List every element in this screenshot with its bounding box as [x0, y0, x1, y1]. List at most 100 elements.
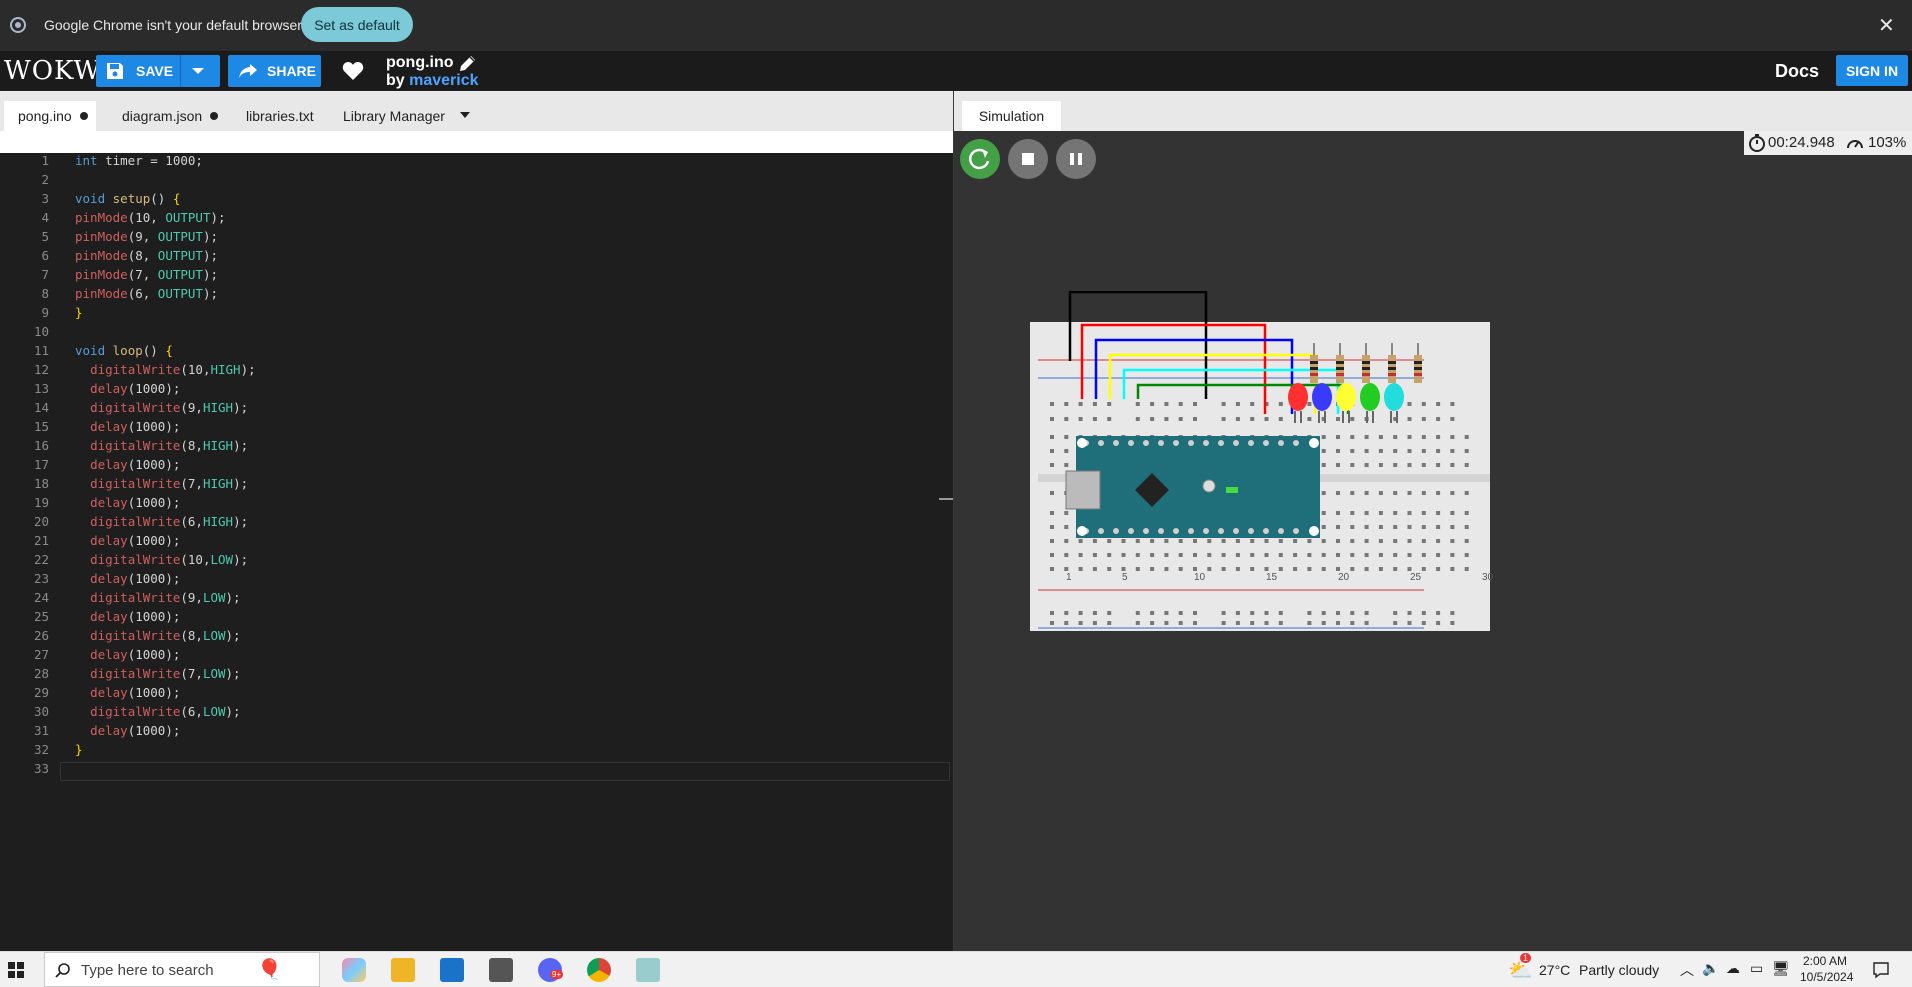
hole: [1164, 553, 1169, 557]
share-icon: [239, 64, 257, 78]
line-number: 15: [33, 419, 49, 434]
weather-text[interactable]: Partly cloudy: [1579, 962, 1659, 978]
tab-pong-ino[interactable]: pong.ino: [4, 101, 96, 131]
code-line: 4 pinMode(10, OUTPUT);: [0, 210, 953, 229]
chevron-down-icon[interactable]: [192, 68, 204, 74]
chevron-down-icon[interactable]: [460, 112, 470, 118]
author-link[interactable]: maverick: [409, 72, 478, 89]
rail-hole: [1450, 621, 1455, 625]
close-icon[interactable]: ✕: [1878, 13, 1895, 38]
code-line: 3 void setup() {: [0, 191, 953, 210]
hole: [1150, 567, 1155, 571]
line-number: 5: [41, 229, 49, 244]
weather-temp[interactable]: 27°C: [1539, 962, 1570, 978]
taskbar-search[interactable]: Type here to search 🎈: [44, 952, 320, 987]
hole: [1350, 553, 1355, 557]
column-number: 10: [1194, 572, 1206, 583]
rail-hole: [1164, 417, 1169, 421]
windows-taskbar: Type here to search 🎈 9+ ⛅ 1 27°C Partly…: [0, 951, 1912, 987]
rail-hole: [1278, 402, 1283, 406]
code-editor[interactable]: 1 int timer = 1000; 2 3 void setup() {4 pinMo…: [0, 153, 953, 951]
hole: [1450, 463, 1455, 467]
hole: [1364, 567, 1369, 571]
rail-hole: [1078, 611, 1083, 615]
chrome-taskbar-icon[interactable]: [587, 958, 611, 982]
hole: [1364, 463, 1369, 467]
app-taskbar-icon[interactable]: [636, 958, 660, 982]
battery-icon[interactable]: ▭: [1750, 960, 1763, 977]
hole: [1350, 539, 1355, 543]
clock-date[interactable]: 10/5/2024: [1800, 970, 1853, 984]
rail-hole: [1350, 621, 1355, 625]
rail-hole: [1150, 402, 1155, 406]
line-content: digitalWrite(8,HIGH);: [90, 438, 249, 453]
docs-link[interactable]: Docs: [1775, 61, 1819, 82]
calculator-icon[interactable]: [489, 958, 513, 982]
mail-icon[interactable]: [440, 958, 464, 982]
restart-button[interactable]: [960, 139, 1000, 179]
hole: [1421, 525, 1426, 529]
resistor-lead: [1391, 343, 1393, 355]
hole: [1064, 525, 1069, 529]
pause-button[interactable]: [1056, 139, 1096, 179]
tab-label: diagram.json: [122, 108, 203, 124]
rail-hole: [1307, 402, 1312, 406]
rail-hole: [1193, 621, 1197, 625]
set-default-button[interactable]: Set as default: [301, 7, 413, 42]
sign-in-button[interactable]: SIGN IN: [1836, 55, 1908, 86]
onedrive-icon[interactable]: ☁: [1726, 960, 1740, 977]
tab-diagram-json[interactable]: diagram.json: [122, 101, 219, 131]
hole: [1050, 525, 1054, 529]
chevron-up-icon[interactable]: ︿: [1680, 960, 1694, 980]
tab-library-manager[interactable]: Library Manager: [343, 101, 445, 131]
speaker-icon[interactable]: 🔈: [1702, 960, 1719, 977]
column-number: 5: [1122, 572, 1128, 583]
rail-hole: [1235, 621, 1240, 625]
rail-hole: [1350, 417, 1355, 421]
hole: [1064, 449, 1069, 453]
copilot-icon[interactable]: [342, 958, 366, 982]
code-line: 31 delay(1000);: [0, 723, 953, 742]
hole: [1050, 435, 1054, 439]
hole: [1050, 553, 1054, 557]
rail-hole: [1307, 611, 1312, 615]
line-number: 20: [33, 514, 49, 529]
pencil-icon[interactable]: [458, 55, 478, 73]
resistor-band: [1310, 361, 1318, 364]
rail-hole: [1421, 621, 1426, 625]
share-button[interactable]: SHARE: [228, 55, 321, 87]
rail-hole: [1193, 417, 1197, 421]
line-number: 33: [33, 761, 49, 776]
save-button[interactable]: SAVE: [96, 55, 220, 87]
stop-icon: [1022, 153, 1034, 165]
line-content: digitalWrite(7,HIGH);: [90, 476, 249, 491]
notifications-icon[interactable]: [1872, 961, 1890, 979]
splitter-handle[interactable]: [939, 498, 953, 500]
led-lead: [1342, 411, 1344, 423]
tab-libraries-txt[interactable]: libraries.txt: [246, 101, 314, 131]
discord-icon[interactable]: 9+: [538, 958, 564, 982]
windows-start-icon[interactable]: [8, 962, 24, 978]
stop-button[interactable]: [1008, 139, 1048, 179]
hole: [1407, 567, 1412, 571]
line-content: pinMode(6, OUTPUT);: [75, 286, 219, 301]
header-pin: [1098, 528, 1104, 534]
line-content: void setup() {: [75, 191, 181, 206]
hole: [1407, 463, 1412, 467]
resistor-band: [1336, 373, 1344, 376]
led: [1360, 383, 1380, 411]
clock-time[interactable]: 2:00 AM: [1803, 954, 1847, 968]
rail-hole: [1107, 621, 1112, 625]
line-number: 19: [33, 495, 49, 510]
simulation-canvas[interactable]: 1 5 10 15 20 25 30: [954, 131, 1912, 951]
tab-simulation[interactable]: Simulation: [962, 101, 1061, 131]
rail-hole: [1250, 621, 1255, 625]
heart-icon[interactable]: [342, 61, 364, 81]
file-explorer-icon[interactable]: [391, 958, 415, 982]
code-line: 17 delay(1000);: [0, 457, 953, 476]
hole: [1364, 511, 1369, 515]
hole: [1350, 491, 1355, 495]
hole: [1350, 511, 1355, 515]
network-icon[interactable]: 🖥: [1772, 960, 1790, 977]
hole: [1436, 491, 1441, 495]
